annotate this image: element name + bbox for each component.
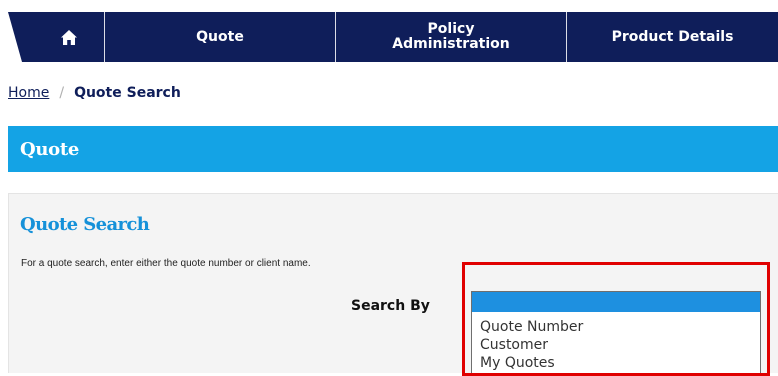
breadcrumb: Home / Quote Search [8,85,181,101]
panel-title: Quote Search [20,214,150,235]
nav-item-label: Policy Administration [392,21,510,52]
nav-item-policy-administration[interactable]: Policy Administration [336,12,566,62]
nav-item-product-details[interactable]: Product Details [567,12,778,62]
breadcrumb-separator: / [59,85,65,101]
main-nav: Quote Policy Administration Product Deta… [0,12,778,62]
nav-item-label: Product Details [611,28,734,45]
section-title: Quote [20,138,80,160]
search-by-label: Search By [351,298,430,314]
breadcrumb-current: Quote Search [74,85,181,101]
nav-item-quote[interactable]: Quote [105,12,335,62]
section-header-band: Quote [8,126,778,172]
dropdown-option-my-quotes[interactable]: My Quotes [472,354,760,372]
nav-home-button[interactable] [34,12,104,62]
breadcrumb-home-link[interactable]: Home [8,85,49,101]
search-by-dropdown-list[interactable]: Quote Number Customer My Quotes [471,291,761,373]
panel-description: For a quote search, enter either the quo… [21,258,311,269]
nav-item-label: Quote [196,28,244,45]
home-icon [60,29,78,46]
dropdown-option-customer[interactable]: Customer [472,336,760,354]
dropdown-option-blank[interactable] [472,292,760,312]
dropdown-option-quote-number[interactable]: Quote Number [472,318,760,336]
